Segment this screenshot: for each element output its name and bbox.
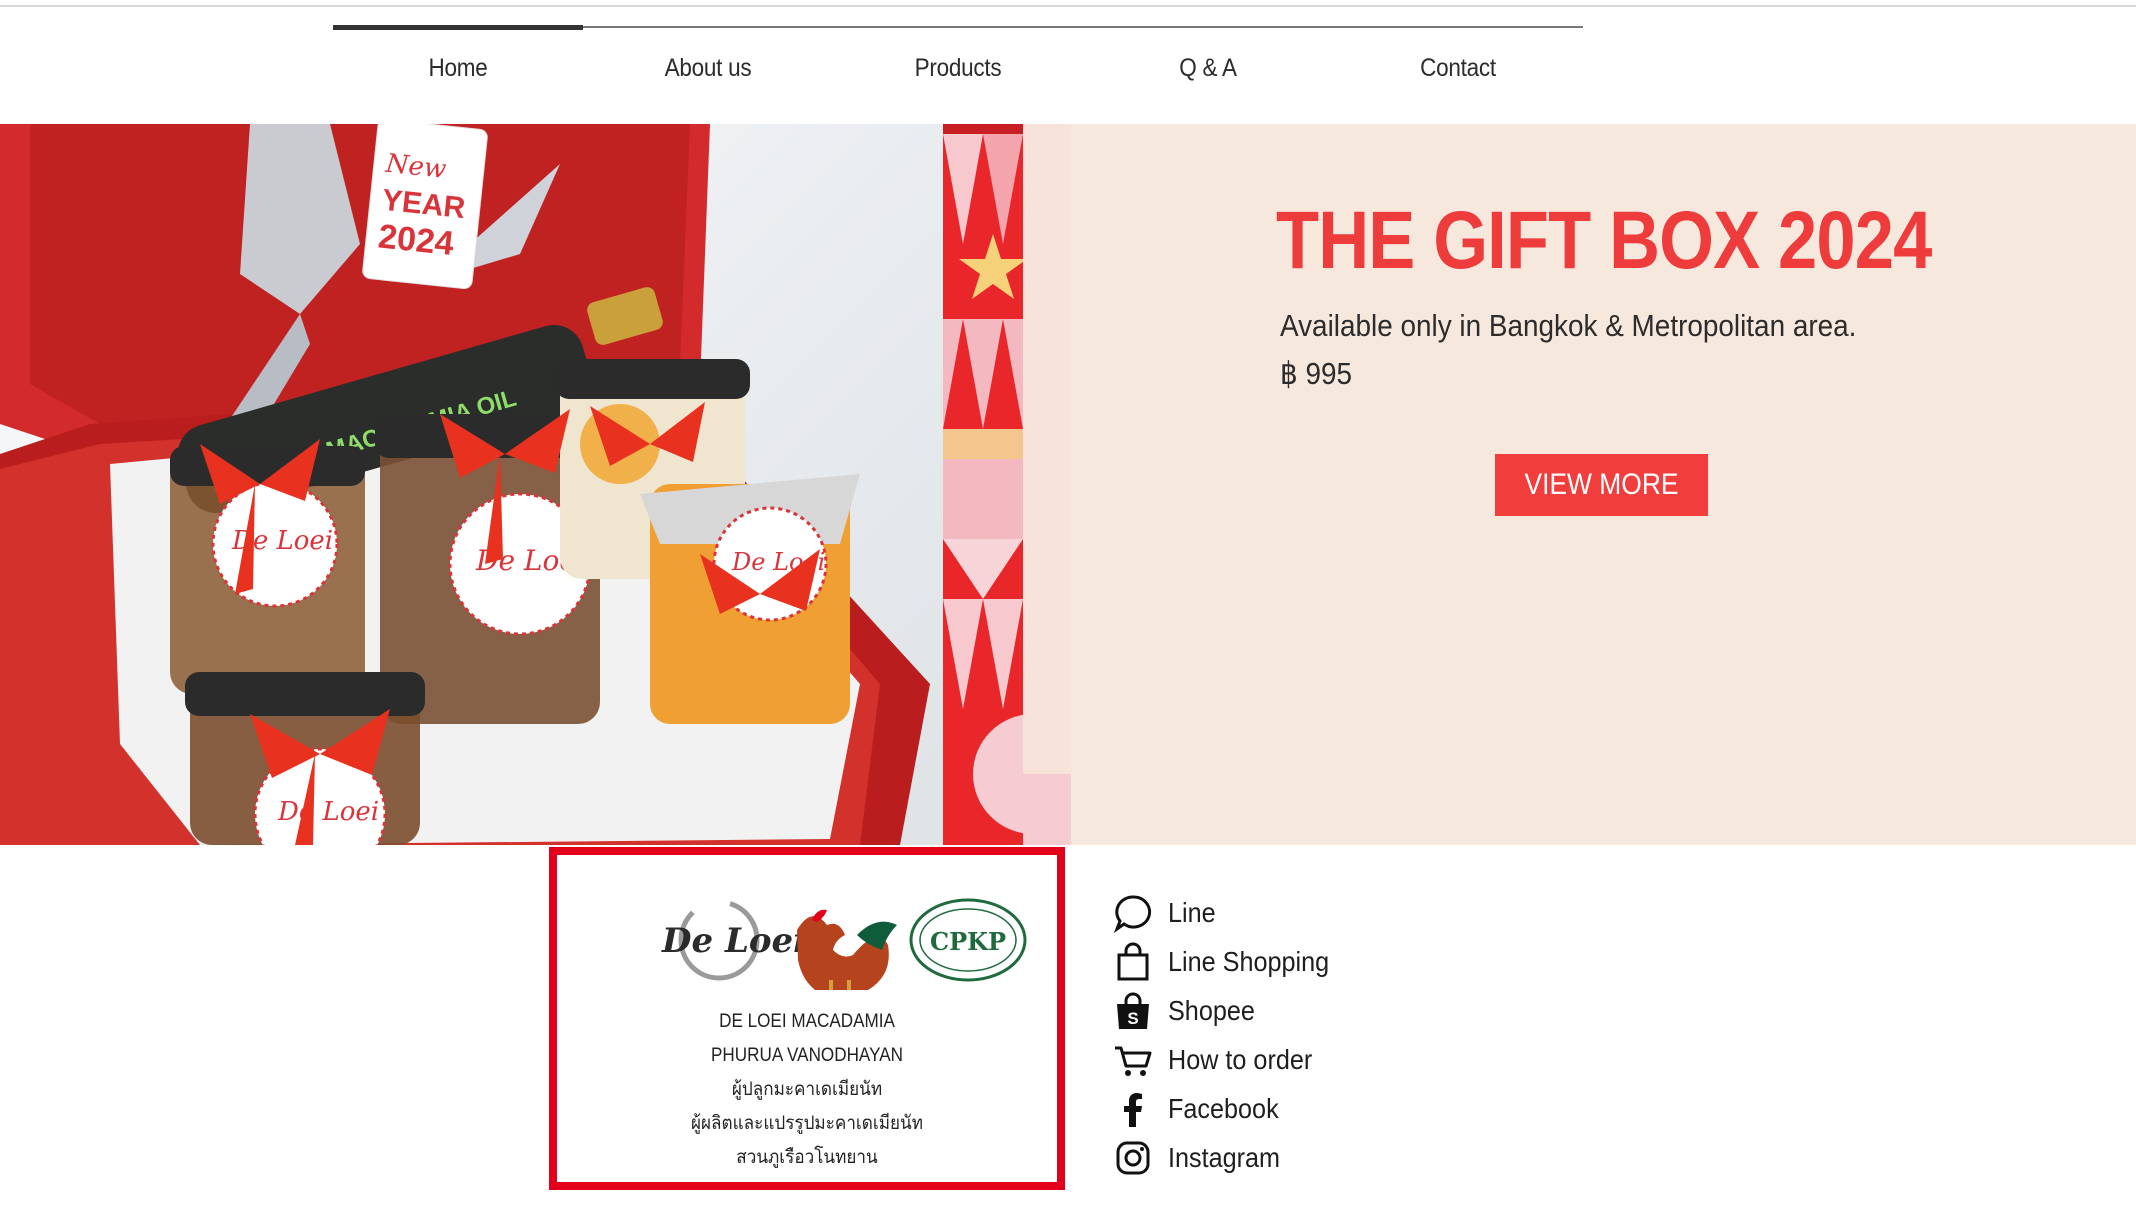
instagram-icon: [1112, 1137, 1154, 1179]
deloei-logo: De Loei: [661, 899, 806, 981]
hero-title: THE GIFT BOX 2024: [1276, 195, 1932, 286]
tag-text-2024: 2024: [376, 217, 455, 263]
nav-contact[interactable]: Contact: [1346, 54, 1571, 83]
social-line-shopping-label: Line Shopping: [1168, 945, 1330, 977]
brand-line-4: ผู้ผลิตและแปรรูปมะคาเดเมียนัท: [691, 1113, 923, 1134]
rooster-logo: [797, 909, 897, 999]
cart-icon: [1112, 1039, 1154, 1081]
svg-text:S: S: [1127, 1009, 1138, 1028]
svg-text:De Loei: De Loei: [661, 921, 806, 961]
view-more-label: VIEW MORE: [1524, 468, 1679, 501]
view-more-button[interactable]: VIEW MORE: [1495, 454, 1708, 516]
chat-bubble-icon: [1112, 892, 1154, 934]
nav-about-us[interactable]: About us: [596, 54, 821, 83]
svg-text:CPKP: CPKP: [930, 927, 1006, 956]
social-line[interactable]: Line: [1112, 888, 1347, 937]
gift-box-illustration: New YEAR 2024 MACADAMIA OIL De Loei De L…: [0, 124, 930, 845]
brand-line-1: DE LOEI MACADAMIA: [719, 1011, 895, 1032]
social-shopee-label: Shopee: [1168, 994, 1255, 1026]
pattern-svg: [943, 124, 1071, 845]
nav-products[interactable]: Products: [846, 54, 1071, 83]
social-facebook-label: Facebook: [1168, 1092, 1279, 1124]
social-links: Line Line Shopping S Shopee How to order…: [1112, 888, 1347, 1182]
social-line-label: Line: [1168, 896, 1216, 928]
brand-line-2: PHURUA VANODHAYAN: [711, 1045, 903, 1066]
logos-svg: De Loei CPKP: [661, 898, 1027, 999]
shopee-bag-icon: S: [1112, 990, 1154, 1032]
cpkp-logo: CPKP: [909, 898, 1027, 982]
nav-qa[interactable]: Q & A: [1096, 54, 1321, 83]
brand-line-3: ผู้ปลูกมะคาเดเมียนัท: [731, 1079, 883, 1100]
gift-box-photo: New YEAR 2024 MACADAMIA OIL De Loei De L…: [0, 124, 943, 845]
main-nav: Home About us Products Q & A Contact: [333, 25, 1583, 96]
social-facebook[interactable]: Facebook: [1112, 1084, 1347, 1133]
nav-home[interactable]: Home: [346, 54, 571, 83]
nav-active-indicator: [333, 25, 583, 30]
hero-subtitle: Available only in Bangkok & Metropolitan…: [1280, 308, 1857, 343]
top-divider: [0, 5, 2136, 7]
brand-logos: De Loei CPKP: [557, 890, 1057, 999]
hero-price: ฿ 995: [1280, 356, 1353, 391]
tag-text-new: New: [383, 149, 447, 185]
social-how-to-order-label: How to order: [1168, 1043, 1313, 1075]
social-shopee[interactable]: S Shopee: [1112, 986, 1347, 1035]
hero-banner: New YEAR 2024 MACADAMIA OIL De Loei De L…: [0, 124, 2136, 845]
brand-line-5: สวนภูเรือวโนทยาน: [736, 1147, 878, 1168]
svg-text:De Loei: De Loei: [277, 797, 379, 827]
shopping-bag-icon: [1112, 941, 1154, 983]
social-line-shopping[interactable]: Line Shopping: [1112, 937, 1347, 986]
brand-text: DE LOEI MACADAMIA PHURUA VANODHAYAN ผู้ป…: [557, 1005, 1057, 1175]
social-instagram[interactable]: Instagram: [1112, 1133, 1347, 1182]
brand-info-box: De Loei CPKP DE LOEI MACADAMIA PHURUA VA…: [549, 847, 1065, 1190]
social-instagram-label: Instagram: [1168, 1141, 1281, 1173]
decorative-pattern-strip: [943, 124, 1071, 845]
facebook-icon: [1112, 1088, 1154, 1130]
social-how-to-order[interactable]: How to order: [1112, 1035, 1347, 1084]
